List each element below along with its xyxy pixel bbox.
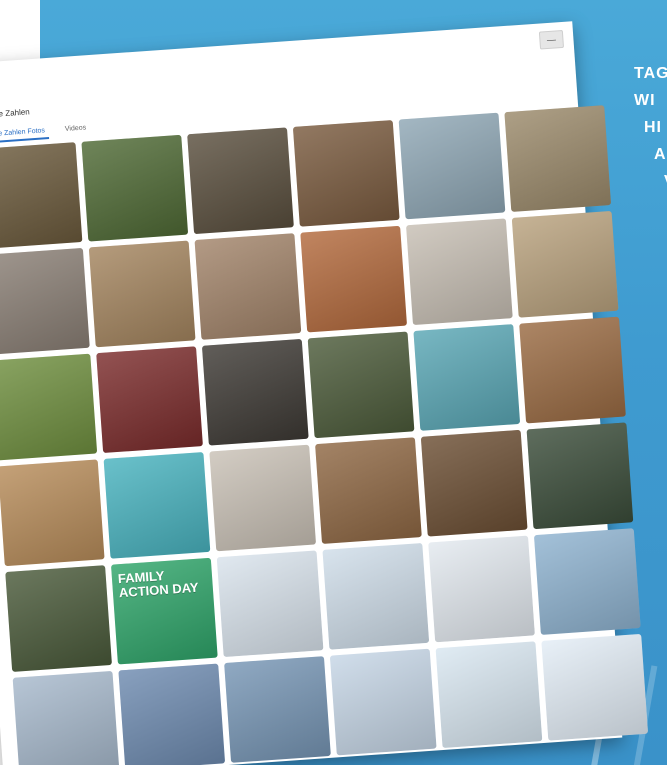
photo-shade: [88, 240, 196, 348]
photo-shade: [292, 120, 400, 227]
gnome-tree-photo[interactable]: [81, 134, 189, 242]
mountain-peaks-photo[interactable]: [224, 656, 331, 763]
side-heading-line: AI: [654, 146, 667, 163]
photo-shade: [224, 656, 331, 763]
photo-shade: [533, 528, 641, 635]
photo-shade: [0, 247, 90, 355]
gallery-tabs: ohne Zahlen Fotos Videos: [0, 121, 91, 144]
photo-shade: [300, 225, 408, 333]
wood-room-photo[interactable]: [519, 316, 626, 424]
photo-shade: [420, 429, 528, 537]
family-action-day-poster[interactable]: FAMILY ACTION DAY: [110, 557, 218, 665]
jars-shelf-photo[interactable]: [504, 105, 612, 212]
copper-pot-photo[interactable]: [201, 338, 309, 446]
woman-greenhouse-photo[interactable]: [5, 565, 112, 672]
snowy-field-photo[interactable]: [329, 648, 437, 756]
photo-grid: FAMILY ACTION DAY: [0, 105, 649, 765]
side-heading-line: WI: [634, 92, 656, 109]
photo-shade: [428, 535, 535, 643]
photo-shade: [541, 633, 649, 741]
kids-ski-lesson-photo[interactable]: [216, 550, 324, 658]
woman-pottery-photo[interactable]: [420, 429, 528, 537]
photo-shade: [0, 459, 105, 567]
photo-shade: [504, 105, 612, 212]
woman-holding-jar-photo[interactable]: [88, 240, 196, 348]
photo-shade: [81, 134, 189, 242]
photo-shade: [329, 648, 437, 756]
photo-shade: [118, 663, 226, 765]
photo-shade: [519, 316, 626, 424]
tab-photos[interactable]: ohne Zahlen Fotos: [0, 124, 50, 144]
photo-shade: [398, 112, 506, 220]
photo-shade: [413, 324, 521, 431]
white-pottery-photo[interactable]: [209, 444, 317, 552]
photo-shade: [322, 542, 430, 650]
photo-shade: [406, 218, 513, 326]
pretzels-photo[interactable]: [300, 225, 408, 333]
shop-ceramics-photo[interactable]: [0, 459, 105, 567]
woman-shop-photo[interactable]: [292, 120, 400, 227]
photo-shade: [526, 422, 634, 530]
photo-shade: [209, 444, 317, 552]
turquoise-bowls-photo[interactable]: [103, 452, 211, 559]
photo-shade: [5, 565, 112, 672]
tree-carving-photo[interactable]: [0, 142, 83, 249]
ski-kids-group-photo[interactable]: [322, 542, 430, 650]
side-heading: TAG WI HI AI V: [610, 60, 667, 195]
cows-stable-photo[interactable]: [0, 247, 90, 355]
bottles-turquoise-photo[interactable]: [413, 324, 521, 431]
skier-slope-photo[interactable]: [541, 633, 649, 741]
photo-shade: [216, 550, 324, 658]
photo-shade: [0, 142, 83, 249]
photo-gallery-window: ohne Zahlen — ohne Zahlen Fotos Videos F…: [0, 21, 649, 765]
side-heading-line: HI: [644, 119, 662, 136]
side-heading-line: TAG: [634, 65, 667, 82]
photo-shade: [103, 452, 211, 559]
tab-videos[interactable]: Videos: [60, 121, 90, 138]
photo-shade: [201, 338, 309, 446]
photo-shade: [435, 641, 543, 749]
man-kitchen-photo[interactable]: [511, 210, 619, 318]
minimize-button[interactable]: —: [538, 29, 565, 50]
brewery-kettle-photo[interactable]: [194, 233, 302, 340]
shelves-products-photo[interactable]: [398, 112, 506, 220]
lake-winter-photo[interactable]: [12, 670, 120, 765]
sacks-photo[interactable]: [406, 218, 513, 326]
photo-shade: [315, 437, 422, 544]
photo-shade: [12, 670, 120, 765]
photo-shade: [96, 346, 203, 454]
photo-shade: [0, 353, 98, 461]
bottles-shelf-photo[interactable]: [96, 346, 203, 454]
plant-heart-photo[interactable]: [307, 331, 415, 439]
photo-shade: [307, 331, 415, 439]
window-title: ohne Zahlen: [0, 107, 30, 120]
photo-shade: [194, 233, 302, 340]
tree-face-photo[interactable]: [187, 127, 294, 235]
photo-shade: [187, 127, 294, 235]
photo-shade: [511, 210, 619, 318]
cross-country-ski-photo[interactable]: [435, 641, 543, 749]
family-craft-photo[interactable]: [315, 437, 422, 544]
farmer-field-photo[interactable]: [0, 353, 98, 461]
train-winter-photo[interactable]: [118, 663, 226, 765]
mountain-snow-photo[interactable]: [533, 528, 641, 635]
ski-kids-line-photo[interactable]: [428, 535, 535, 643]
forest-dark-photo[interactable]: [526, 422, 634, 530]
